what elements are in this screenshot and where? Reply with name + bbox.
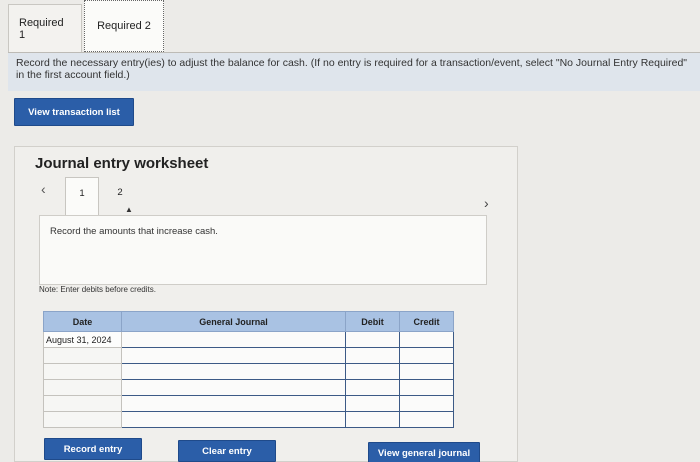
- view-general-journal-button[interactable]: View general journal: [368, 442, 480, 462]
- debit-field[interactable]: [345, 411, 400, 428]
- journal-table: Date General Journal Debit Credit August…: [43, 311, 454, 428]
- debit-field[interactable]: [345, 379, 400, 396]
- date-cell[interactable]: August 31, 2024: [43, 331, 122, 348]
- date-cell[interactable]: [43, 363, 122, 380]
- step-tab-1[interactable]: 1: [65, 177, 99, 215]
- debit-field[interactable]: [345, 347, 400, 364]
- header-general-journal: General Journal: [121, 311, 346, 332]
- tab-required-2[interactable]: Required 2: [84, 0, 164, 52]
- account-field[interactable]: [121, 347, 346, 364]
- table-row: [43, 363, 454, 380]
- entry-description: Record the amounts that increase cash.: [50, 226, 218, 237]
- credit-field[interactable]: [399, 331, 454, 348]
- header-date: Date: [43, 311, 122, 332]
- table-row: [43, 347, 454, 364]
- account-field[interactable]: [121, 379, 346, 396]
- record-entry-button[interactable]: Record entry: [44, 438, 142, 460]
- debit-credit-note: Note: Enter debits before credits.: [39, 285, 156, 294]
- journal-table-header: Date General Journal Debit Credit: [43, 311, 454, 332]
- credit-field[interactable]: [399, 411, 454, 428]
- credit-field[interactable]: [399, 363, 454, 380]
- debit-field[interactable]: [345, 395, 400, 412]
- header-credit: Credit: [399, 311, 454, 332]
- chevron-right-icon[interactable]: ›: [484, 195, 489, 211]
- date-cell[interactable]: [43, 379, 122, 396]
- date-cell[interactable]: [43, 395, 122, 412]
- date-cell[interactable]: [43, 347, 122, 364]
- table-row: August 31, 2024: [43, 331, 454, 348]
- table-row: [43, 411, 454, 428]
- debit-field[interactable]: [345, 331, 400, 348]
- table-row: [43, 395, 454, 412]
- view-transaction-list-button[interactable]: View transaction list: [14, 98, 134, 126]
- entry-description-box: Record the amounts that increase cash.: [39, 215, 487, 285]
- table-row: [43, 379, 454, 396]
- debit-field[interactable]: [345, 363, 400, 380]
- worksheet-title: Journal entry worksheet: [35, 155, 209, 172]
- tab-required-1[interactable]: Required 1: [8, 4, 82, 52]
- credit-field[interactable]: [399, 347, 454, 364]
- instructions-banner: Record the necessary entry(ies) to adjus…: [8, 53, 700, 91]
- account-field[interactable]: [121, 331, 346, 348]
- chevron-left-icon[interactable]: ‹: [41, 181, 46, 197]
- account-field[interactable]: [121, 363, 346, 380]
- credit-field[interactable]: [399, 379, 454, 396]
- account-field[interactable]: [121, 395, 346, 412]
- cursor-arrow-icon: ▲: [125, 205, 133, 214]
- account-field[interactable]: [121, 411, 346, 428]
- journal-entry-worksheet: Journal entry worksheet ‹ 1 2 ▲ › Record…: [14, 146, 518, 462]
- header-debit: Debit: [345, 311, 400, 332]
- clear-entry-button[interactable]: Clear entry: [178, 440, 276, 462]
- requirement-tabs: Required 1 Required 2: [8, 0, 164, 52]
- credit-field[interactable]: [399, 395, 454, 412]
- date-cell[interactable]: [43, 411, 122, 428]
- page: Required 1 Required 2 Record the necessa…: [0, 0, 700, 462]
